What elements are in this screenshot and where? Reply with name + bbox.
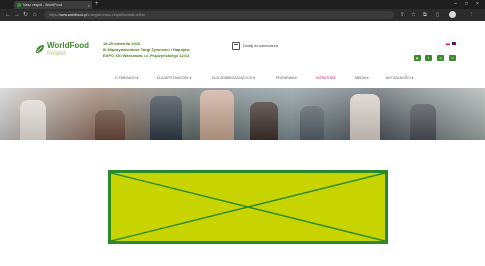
browser-toolbar: ← → ↻ ⌂ https:// www.worldfood.pl /o-tar… xyxy=(0,9,485,21)
hero-overlay xyxy=(0,88,485,140)
leaf-logo-icon[interactable] xyxy=(35,44,45,54)
image-placeholder xyxy=(108,170,388,244)
maximize-icon[interactable]: □ xyxy=(465,0,468,8)
youtube-icon[interactable]: ▶ xyxy=(414,55,421,61)
tab-close-icon[interactable]: × xyxy=(88,3,90,8)
back-icon[interactable]: ← xyxy=(5,11,11,19)
new-tab-icon[interactable]: + xyxy=(95,1,99,8)
url-prefix: https:// xyxy=(49,13,60,17)
english-flag-icon[interactable] xyxy=(452,42,456,45)
main-navigation: O TARGACH ▾ DLA WYSTAWCÓW ▾ DLA ODWIEDZA… xyxy=(0,75,485,83)
url-host: www.worldfood.pl xyxy=(59,13,87,17)
nav-item-intratore[interactable]: INTRATORE xyxy=(316,75,336,81)
forward-icon[interactable]: → xyxy=(14,11,20,19)
extensions-icon[interactable]: ⧉ xyxy=(423,11,427,19)
sidebar-icon[interactable]: ▯ xyxy=(436,11,439,19)
add-to-calendar-link[interactable]: Dodaj do kalendarza xyxy=(243,44,278,48)
logo-country: Poland xyxy=(47,51,66,57)
nav-item-exhibitors[interactable]: DLA WYSTAWCÓW ▾ xyxy=(157,75,191,81)
nav-item-news[interactable]: AKTUALNOŚCI ▾ xyxy=(386,75,413,81)
browser-tab-strip: Nasz zespół - WorldFood × + – □ × xyxy=(0,0,485,9)
minimize-icon[interactable]: – xyxy=(454,0,457,8)
nav-item-media[interactable]: MEDIA ▾ xyxy=(355,75,369,81)
menu-kebab-icon[interactable]: ⋮ xyxy=(469,11,475,19)
linkedin-icon[interactable]: in xyxy=(449,55,456,61)
hero-banner-image xyxy=(0,88,485,140)
address-bar[interactable]: https:// www.worldfood.pl /o-targach/nas… xyxy=(44,11,394,19)
instagram-icon[interactable]: ◎ xyxy=(437,55,444,61)
star-icon[interactable]: ☆ xyxy=(411,11,416,19)
browser-tab[interactable]: Nasz zespół - WorldFood × xyxy=(14,1,92,9)
profile-avatar[interactable] xyxy=(449,11,456,18)
logo-name[interactable]: WorldFood xyxy=(47,42,89,50)
calendar-icon[interactable] xyxy=(232,42,240,50)
reload-icon[interactable]: ↻ xyxy=(23,11,28,19)
nav-item-program[interactable]: PROGRAM ▾ xyxy=(276,75,297,81)
facebook-icon[interactable]: f xyxy=(425,55,432,61)
home-icon[interactable]: ⌂ xyxy=(33,11,37,19)
share-icon[interactable]: ⇪ xyxy=(400,11,405,19)
placeholder-cross-icon xyxy=(111,173,385,241)
tab-title: Nasz zespół - WorldFood xyxy=(23,3,63,7)
url-path: /o-targach/nasz-zespol/kontakt-online xyxy=(86,13,145,17)
nav-item-about[interactable]: O TARGACH ▾ xyxy=(115,75,138,81)
polish-flag-icon[interactable] xyxy=(446,42,450,45)
language-switcher xyxy=(446,42,456,45)
favicon-icon xyxy=(17,3,21,7)
close-window-icon[interactable]: × xyxy=(476,0,479,8)
event-venue: EXPO XXI Warszawa, ul. Prądzyńskiego 12/… xyxy=(103,53,190,58)
nav-item-visitors[interactable]: DLA ODWIEDZAJĄCYCH ▾ xyxy=(212,75,255,81)
event-info: 18-20 kwietnia 2023 III Międzynarodowe T… xyxy=(103,41,190,59)
